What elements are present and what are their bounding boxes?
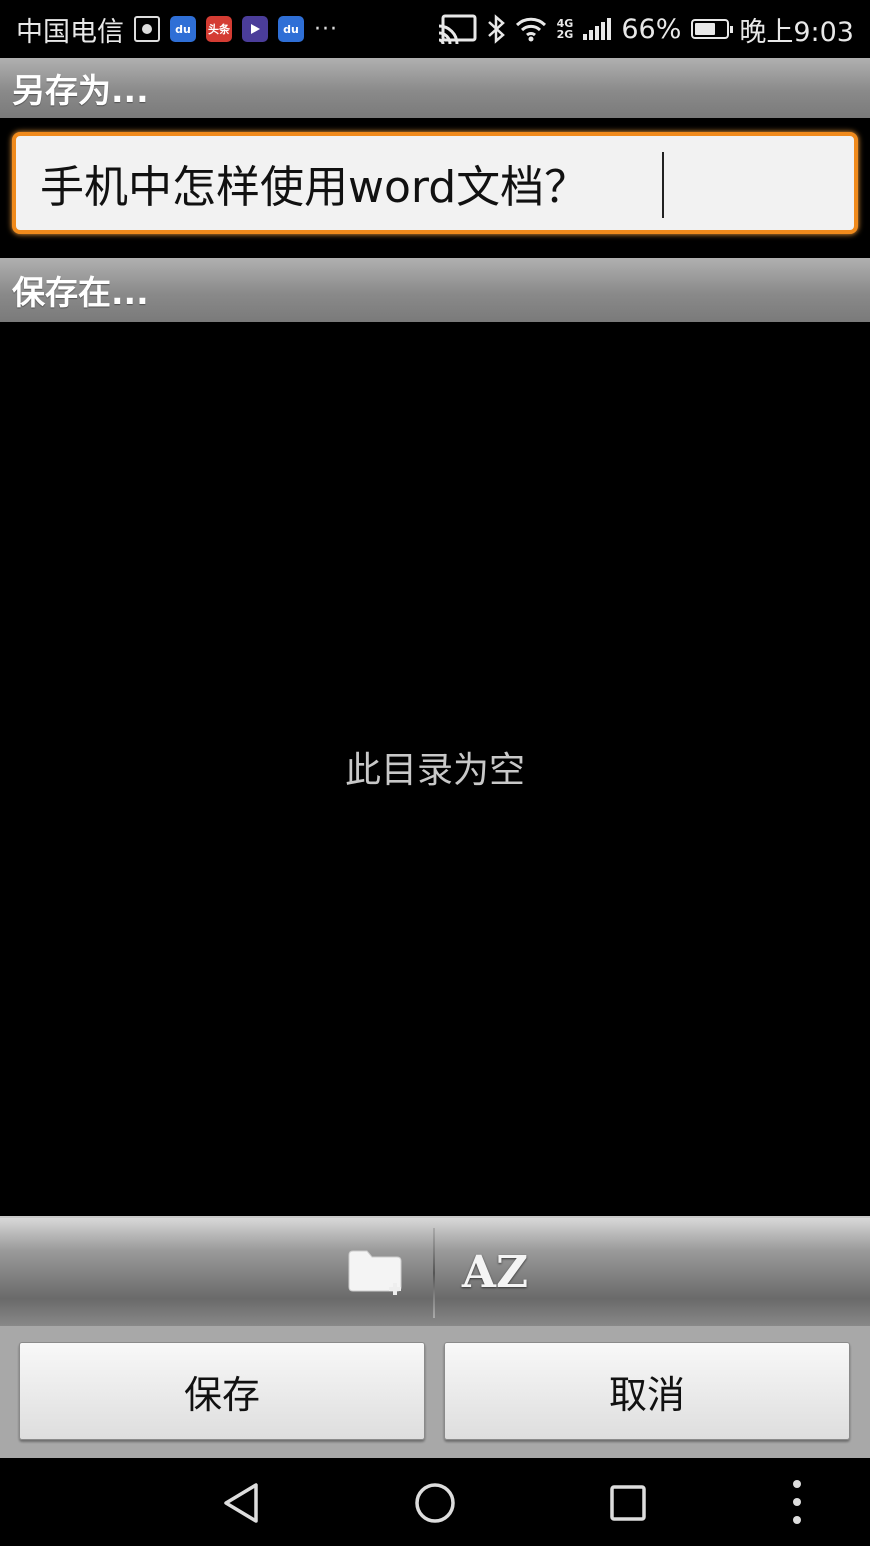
- toolbar-divider: [433, 1228, 435, 1318]
- network-type: 4G 2G: [557, 18, 574, 40]
- battery-percent: 66%: [621, 13, 682, 45]
- back-icon: [224, 1483, 258, 1523]
- navigation-bar: [0, 1458, 870, 1546]
- more-vert-icon: [793, 1480, 801, 1524]
- network-2g-label: 2G: [556, 28, 574, 41]
- signal-strength-icon: [583, 18, 612, 40]
- menu-button[interactable]: [772, 1478, 822, 1528]
- text-caret: [662, 152, 664, 218]
- status-left: 中国电信 du 头条 du ···: [16, 10, 338, 49]
- save-button[interactable]: 保存: [19, 1342, 425, 1440]
- more-notifications-icon: ···: [314, 16, 338, 42]
- save-as-header: 另存为...: [0, 58, 870, 118]
- sort-button[interactable]: AZ: [440, 1218, 550, 1326]
- back-button[interactable]: [217, 1478, 267, 1528]
- filename-input[interactable]: [16, 135, 854, 231]
- screen-record-icon: [134, 16, 160, 42]
- empty-directory-message: 此目录为空: [344, 750, 525, 791]
- new-folder-icon: [348, 1250, 402, 1295]
- sort-az-icon: AZ: [461, 1246, 529, 1298]
- bluetooth-icon: [487, 14, 505, 44]
- status-right: 4G 2G 66% 晚上9:03: [437, 10, 854, 49]
- battery-fill: [695, 23, 716, 35]
- video-player-icon: [242, 16, 268, 42]
- file-list[interactable]: 此目录为空: [0, 322, 870, 1216]
- filename-field[interactable]: [12, 132, 858, 234]
- recent-apps-icon: [610, 1485, 646, 1521]
- home-button[interactable]: [410, 1478, 460, 1528]
- new-folder-button[interactable]: [322, 1218, 432, 1326]
- home-icon: [415, 1483, 455, 1523]
- status-bar: 中国电信 du 头条 du ··· 4G 2G 66% 晚上9:03: [0, 0, 870, 58]
- recent-apps-button[interactable]: [603, 1478, 653, 1528]
- dialog-button-bar: 保存 取消: [0, 1326, 870, 1458]
- cast-icon: [437, 14, 477, 44]
- baidu-icon: du: [170, 16, 196, 42]
- file-toolbar: AZ: [0, 1216, 870, 1326]
- battery-icon: [691, 19, 734, 39]
- save-in-header: 保存在...: [0, 258, 870, 322]
- baidu-map-icon: du: [278, 16, 304, 42]
- cancel-button[interactable]: 取消: [444, 1342, 850, 1440]
- clock: 晚上9:03: [739, 16, 854, 48]
- carrier-label: 中国电信: [16, 16, 124, 48]
- toutiao-icon: 头条: [206, 16, 232, 42]
- wifi-icon: [515, 16, 547, 42]
